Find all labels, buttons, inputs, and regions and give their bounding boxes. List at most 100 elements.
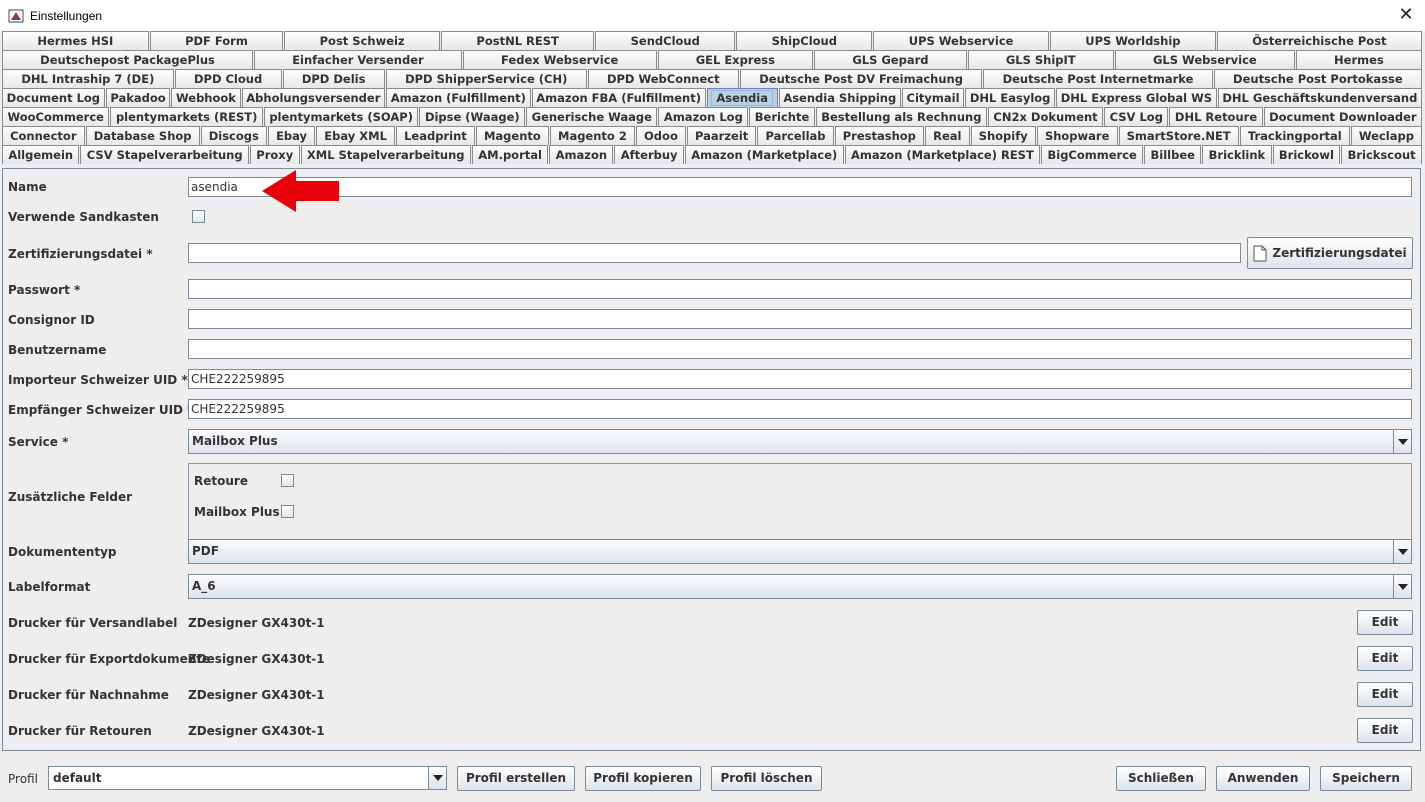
tab-csv-log[interactable]: CSV Log [1104,107,1169,126]
tab-magento-2[interactable]: Magento 2 [549,126,635,145]
tab-deutschepost-packageplus[interactable]: Deutschepost PackagePlus [2,50,254,69]
tab-plentymarkets-rest[interactable]: plentymarkets (REST) [110,107,263,126]
edit-printer-cod-button[interactable]: Edit [1357,682,1413,707]
tab-dhl-easylog[interactable]: DHL Easylog [965,88,1056,107]
tab-proxy[interactable]: Proxy [249,145,300,164]
tab-ups-webservice[interactable]: UPS Webservice [873,31,1049,50]
tab-deutsche-post-portokasse[interactable]: Deutsche Post Portokasse [1213,69,1422,88]
tab-real[interactable]: Real [925,126,970,145]
mailbox-plus-checkbox[interactable] [281,505,294,518]
tab-dhl-intraship-7-de[interactable]: DHL Intraship 7 (DE) [2,69,174,88]
password-input[interactable] [188,279,1412,299]
labelformat-select[interactable]: A_6 [188,574,1412,599]
tab-brickscout[interactable]: Brickscout [1341,145,1423,164]
tab-cn2x-dokument[interactable]: CN2x Dokument [987,107,1104,126]
chevron-down-icon[interactable] [1393,430,1411,453]
tab-afterbuy[interactable]: Afterbuy [614,145,684,164]
tab-amazon-marketplace[interactable]: Amazon (Marketplace) [684,145,844,164]
tab-bigcommerce[interactable]: BigCommerce [1041,145,1144,164]
username-input[interactable] [188,339,1412,359]
chevron-down-icon[interactable] [1393,575,1411,598]
tab-hermes[interactable]: Hermes [1295,50,1422,69]
tab-dpd-delis[interactable]: DPD Delis [282,69,385,88]
close-icon[interactable]: ✕ [1395,4,1417,26]
tab-pdf-form[interactable]: PDF Form [149,31,284,50]
tab-plentymarkets-soap[interactable]: plentymarkets (SOAP) [263,107,419,126]
tab-dhl-retoure[interactable]: DHL Retoure [1169,107,1263,126]
tab-dhl-express-global-ws[interactable]: DHL Express Global WS [1056,88,1217,107]
recipient-uid-input[interactable]: CHE222259895 [188,399,1412,419]
tab-fedex-webservice[interactable]: Fedex Webservice [462,50,657,69]
tab-citymail[interactable]: Citymail [901,88,965,107]
tab-bestellung-als-rechnung[interactable]: Bestellung als Rechnung [815,107,987,126]
tab-allgemein[interactable]: Allgemein [2,145,80,164]
tab-dhl-geschäftskundenversand[interactable]: DHL Geschäftskundenversand [1217,88,1422,107]
delete-profile-button[interactable]: Profil löschen [711,766,822,791]
tab-csv-stapelverarbeitung[interactable]: CSV Stapelverarbeitung [80,145,249,164]
tab-ups-worldship[interactable]: UPS Worldship [1049,31,1216,50]
tab-postnl-rest[interactable]: PostNL REST [441,31,595,50]
tab-einfacher-versender[interactable]: Einfacher Versender [254,50,462,69]
tab-discogs[interactable]: Discogs [200,126,267,145]
tab-prestashop[interactable]: Prestashop [834,126,925,145]
tab-amazon-log[interactable]: Amazon Log [658,107,749,126]
retoure-checkbox[interactable] [281,474,294,487]
tab-asendia-shipping[interactable]: Asendia Shipping [778,88,901,107]
tab-gls-webservice[interactable]: GLS Webservice [1114,50,1295,69]
chevron-down-icon[interactable] [428,767,446,789]
profile-select[interactable]: default [48,766,447,790]
tab-shopware[interactable]: Shopware [1036,126,1118,145]
tab-post-schweiz[interactable]: Post Schweiz [284,31,441,50]
create-profile-button[interactable]: Profil erstellen [457,766,575,791]
tab-dpd-shipperservice-ch[interactable]: DPD ShipperService (CH) [385,69,587,88]
tab-abholungsversender[interactable]: Abholungsversender [241,88,386,107]
tab-billbee[interactable]: Billbee [1144,145,1202,164]
tab-shopify[interactable]: Shopify [970,126,1036,145]
tab-paarzeit[interactable]: Paarzeit [686,126,757,145]
edit-printer-export-button[interactable]: Edit [1357,646,1413,671]
tab-smartstore-net[interactable]: SmartStore.NET [1118,126,1239,145]
tab-dpd-cloud[interactable]: DPD Cloud [174,69,282,88]
tab-gls-gepard[interactable]: GLS Gepard [814,50,967,69]
tab-trackingportal[interactable]: Trackingportal [1239,126,1350,145]
tab-webhook[interactable]: Webhook [171,88,241,107]
chevron-down-icon[interactable] [1393,540,1411,563]
tab-pakadoo[interactable]: Pakadoo [105,88,171,107]
tab-database-shop[interactable]: Database Shop [85,126,200,145]
tab-am-portal[interactable]: AM.portal [471,145,549,164]
tab-amazon-fba-fulfillment[interactable]: Amazon FBA (Fulfillment) [531,88,706,107]
tab-magento[interactable]: Magento [475,126,549,145]
tab-sendcloud[interactable]: SendCloud [595,31,736,50]
close-button[interactable]: Schließen [1116,766,1206,791]
cert-browse-button[interactable]: Zertifizierungsdatei [1247,237,1413,269]
save-button[interactable]: Speichern [1320,766,1412,791]
tab-brickowl[interactable]: Brickowl [1272,145,1341,164]
cert-input[interactable] [188,243,1241,263]
tab-connector[interactable]: Connector [2,126,85,145]
tab-dpd-webconnect[interactable]: DPD WebConnect [587,69,739,88]
edit-printer-return-button[interactable]: Edit [1357,718,1413,743]
tab-asendia[interactable]: Asendia [706,88,778,107]
tab-berichte[interactable]: Berichte [749,107,815,126]
tab-weclapp[interactable]: Weclapp [1350,126,1423,145]
tab-hermes-hsi[interactable]: Hermes HSI [2,31,149,50]
tab-deutsche-post-dv-freimachung[interactable]: Deutsche Post DV Freimachung [739,69,983,88]
tab-amazon-fulfillment[interactable]: Amazon (Fulfillment) [386,88,531,107]
tab-woocommerce[interactable]: WooCommerce [2,107,110,126]
tab-dipse-waage[interactable]: Dipse (Waage) [419,107,526,126]
tab-amazon[interactable]: Amazon [549,145,614,164]
tab-document-log[interactable]: Document Log [2,88,105,107]
sandbox-checkbox[interactable] [192,210,205,223]
service-select[interactable]: Mailbox Plus [188,429,1412,454]
tab-amazon-marketplace-rest[interactable]: Amazon (Marketplace) REST [844,145,1041,164]
tab-odoo[interactable]: Odoo [635,126,686,145]
apply-button[interactable]: Anwenden [1216,766,1310,791]
name-input[interactable]: asendia [188,177,1412,197]
tab-shipcloud[interactable]: ShipCloud [736,31,873,50]
copy-profile-button[interactable]: Profil kopieren [585,766,701,791]
edit-printer-label-button[interactable]: Edit [1357,610,1413,635]
importer-uid-input[interactable]: CHE222259895 [188,369,1412,389]
tab-leadprint[interactable]: Leadprint [396,126,475,145]
tab-document-downloader[interactable]: Document Downloader [1263,107,1423,126]
tab-bricklink[interactable]: Bricklink [1202,145,1272,164]
